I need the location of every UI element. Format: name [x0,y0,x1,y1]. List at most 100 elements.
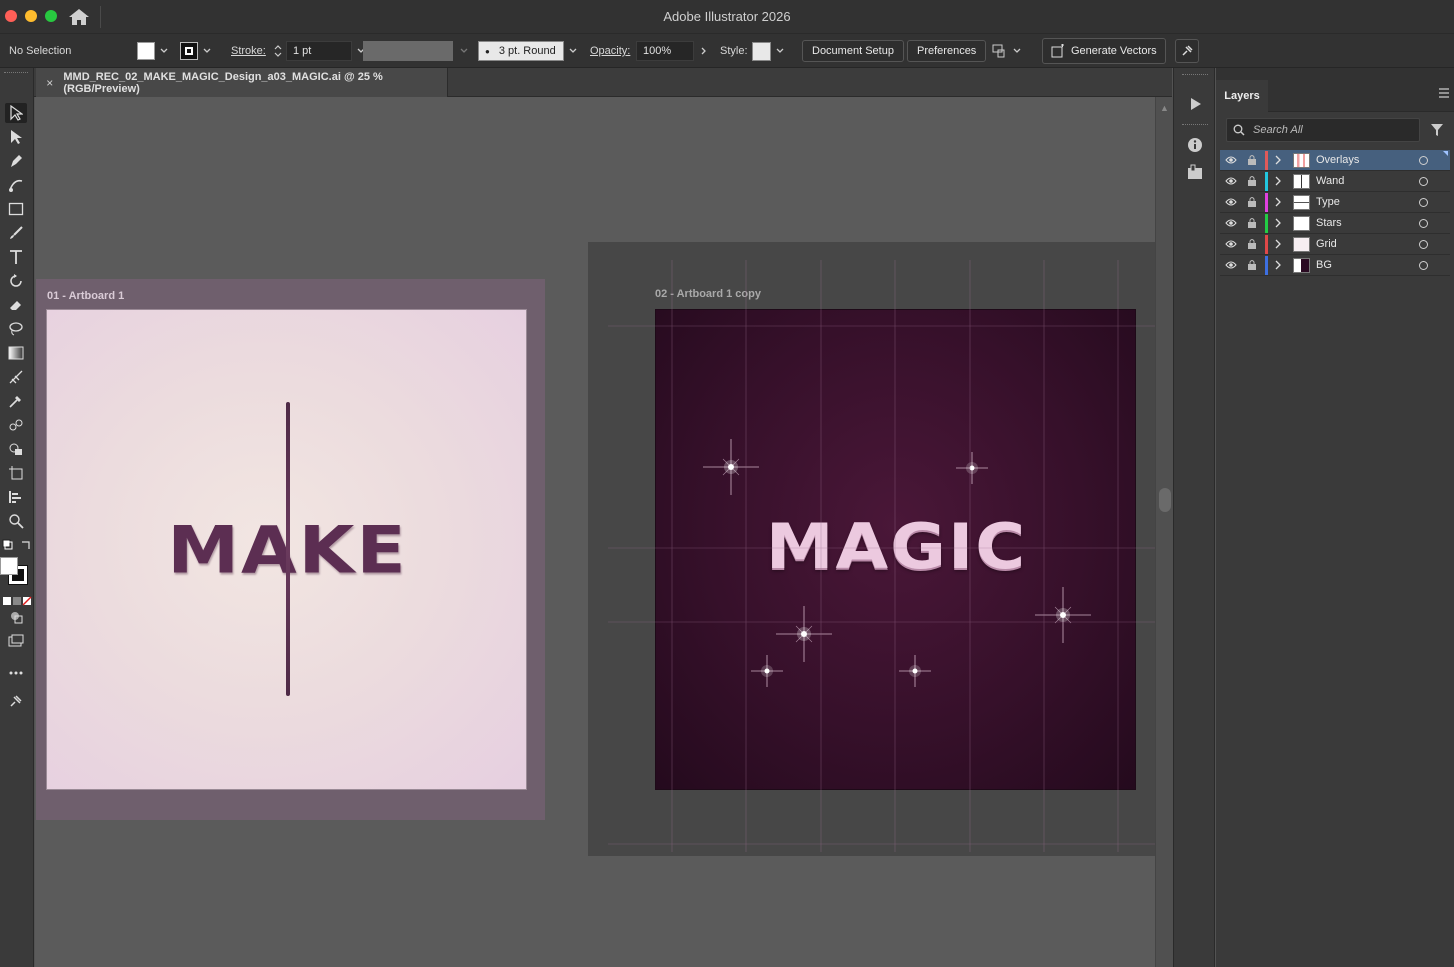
graphic-style-picker[interactable] [752,34,786,68]
visibility-eye-icon[interactable] [1225,176,1237,186]
layer-name[interactable]: Overlays [1316,154,1359,166]
stroke-swatch[interactable] [180,34,213,68]
lock-icon[interactable] [1247,154,1257,166]
visibility-eye-icon[interactable] [1225,197,1237,207]
eyedropper-tool[interactable] [5,391,27,411]
brush-definition[interactable]: ● 3 pt. Round [478,34,579,68]
layers-search-input[interactable]: Search All [1226,118,1420,142]
opacity-control[interactable]: 100% [636,34,710,68]
target-circle-icon[interactable] [1419,177,1428,186]
artboard-tool[interactable] [5,463,27,483]
gradient-tool[interactable] [5,343,27,363]
chevron-right-icon[interactable] [1273,154,1283,166]
layers-tab[interactable]: Layers [1216,80,1268,112]
document-tab[interactable]: × MMD_REC_02_MAKE_MAGIC_Design_a03_MAGIC… [36,68,448,97]
default-colors-control[interactable] [2,539,32,553]
rectangle-tool[interactable] [5,199,27,219]
layer-thumbnail [1293,153,1310,168]
lock-icon[interactable] [1247,175,1257,187]
tab-close-button[interactable]: × [42,76,57,90]
shape-builder-tool[interactable] [5,439,27,459]
libraries-panel-button[interactable] [1184,161,1206,183]
color-mode-buttons[interactable] [2,593,32,606]
fill-box[interactable] [0,557,18,575]
artboard-1-label[interactable]: 01 - Artboard 1 [47,290,124,302]
chevron-right-icon[interactable] [1273,196,1283,208]
stroke-weight-field[interactable]: 1 pt [286,41,352,61]
visibility-eye-icon[interactable] [1225,239,1237,249]
layer-row-wand[interactable]: Wand [1220,171,1450,192]
edit-toolbar-button[interactable] [5,663,27,683]
fill-stroke-swatches[interactable] [0,557,30,587]
eraser-tool[interactable] [5,295,27,315]
stroke-weight-control[interactable]: 1 pt [273,34,367,68]
chevron-right-icon[interactable] [698,45,710,57]
arrange-documents[interactable] [992,34,1023,68]
direct-selection-tool[interactable] [5,127,27,147]
artboard-1[interactable]: MAKE [46,309,527,790]
layer-row-stars[interactable]: Stars [1220,213,1450,234]
lock-icon[interactable] [1247,259,1257,271]
preferences-button[interactable]: Preferences [907,40,987,62]
actions-panel-button[interactable] [1184,93,1206,115]
target-circle-icon[interactable] [1419,156,1428,165]
panel-menu-icon[interactable] [1438,88,1450,98]
chevron-right-icon[interactable] [1273,217,1283,229]
blend-tool[interactable] [5,415,27,435]
layer-name[interactable]: Stars [1316,217,1342,229]
stroke-label[interactable]: Stroke: [231,34,266,68]
layer-name[interactable]: BG [1316,259,1332,271]
layer-row-type[interactable]: Type [1220,192,1450,213]
visibility-eye-icon[interactable] [1225,260,1237,270]
draw-mode-button[interactable] [5,607,27,627]
quick-actions-button[interactable] [1175,39,1199,63]
graph-tool[interactable] [5,487,27,507]
variable-width-profile[interactable] [363,34,470,68]
lock-icon[interactable] [1247,238,1257,250]
wand-graphic[interactable] [286,402,290,696]
paintbrush-tool[interactable] [5,223,27,243]
pin-tool-button[interactable] [5,691,27,711]
target-circle-icon[interactable] [1419,261,1428,270]
rotate-tool[interactable] [5,271,27,291]
layer-row-bg[interactable]: BG [1220,255,1450,276]
panel-grip[interactable] [4,72,28,75]
vertical-scrollbar[interactable]: ▲ [1155,97,1173,967]
canvas[interactable]: 01 - Artboard 1 MAKE 02 - Artboard 1 cop… [35,97,1155,967]
screen-mode-button[interactable] [5,631,27,651]
pen-tool[interactable] [5,151,27,171]
target-circle-icon[interactable] [1419,219,1428,228]
selection-tool[interactable] [5,103,27,123]
layer-name[interactable]: Wand [1316,175,1344,187]
layer-row-grid[interactable]: Grid [1220,234,1450,255]
chevron-right-icon[interactable] [1273,175,1283,187]
opacity-label[interactable]: Opacity: [590,34,630,68]
document-setup-button[interactable]: Document Setup [802,40,904,62]
curvature-tool[interactable] [5,175,27,195]
stepper-icon[interactable] [273,43,283,59]
lasso-tool[interactable] [5,319,27,339]
type-tool[interactable] [5,247,27,267]
lock-icon[interactable] [1247,196,1257,208]
target-circle-icon[interactable] [1419,198,1428,207]
generate-vectors-button[interactable]: Generate Vectors [1042,38,1166,64]
properties-panel-button[interactable] [1184,134,1206,156]
filter-icon[interactable] [1430,123,1444,137]
lock-icon[interactable] [1247,217,1257,229]
chevron-right-icon[interactable] [1273,238,1283,250]
layer-name[interactable]: Type [1316,196,1340,208]
scrollbar-thumb[interactable] [1159,488,1171,512]
visibility-eye-icon[interactable] [1225,155,1237,165]
scroll-up-icon[interactable]: ▲ [1160,103,1169,113]
target-circle-icon[interactable] [1419,240,1428,249]
layer-name[interactable]: Grid [1316,238,1337,250]
fill-swatch[interactable] [137,34,170,68]
chevron-right-icon[interactable] [1273,259,1283,271]
layer-row-overlays[interactable]: Overlays [1220,150,1450,171]
layers-panel: Layers Search All Overlays Wand Type Sta… [1216,68,1454,967]
dock-grip[interactable] [1182,74,1208,75]
zoom-tool[interactable] [5,511,27,531]
opacity-field[interactable]: 100% [636,41,694,61]
visibility-eye-icon[interactable] [1225,218,1237,228]
mesh-tool[interactable] [5,367,27,387]
